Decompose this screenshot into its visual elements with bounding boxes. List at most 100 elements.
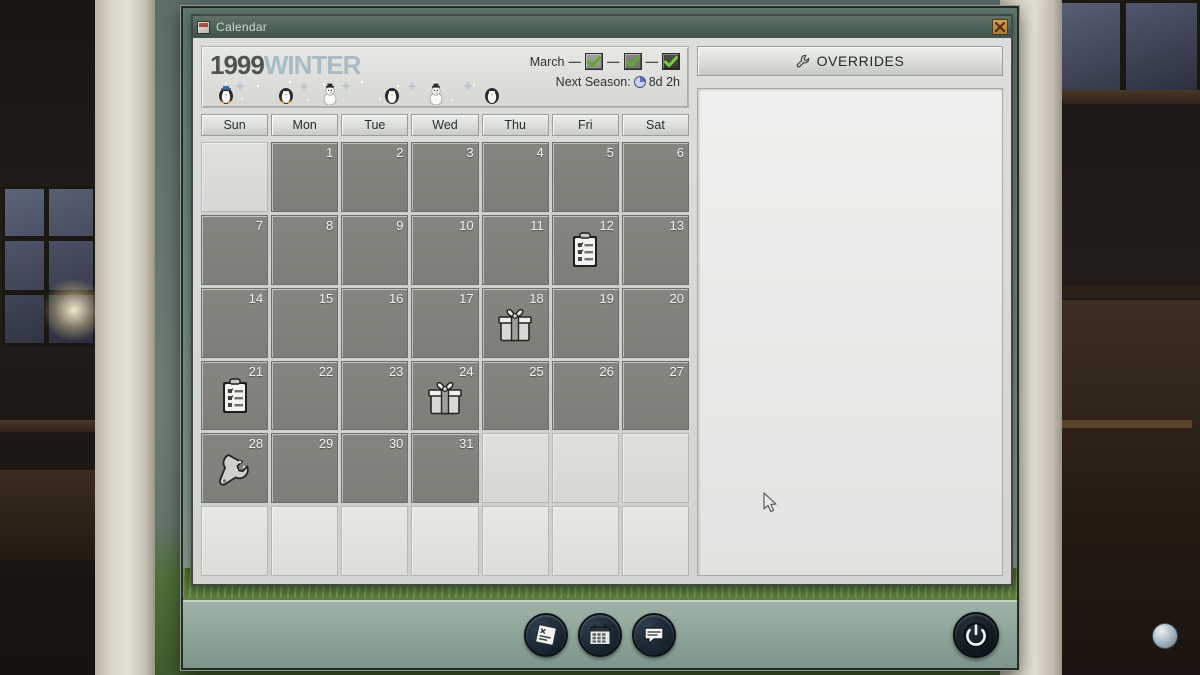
calendar-day-31[interactable]: 31 xyxy=(411,433,479,504)
window-title: Calendar xyxy=(216,20,268,34)
speech-bubble-icon xyxy=(644,627,664,645)
next-season-row: Next Season: 8d 2h xyxy=(530,75,680,89)
taskbar-research-button[interactable] xyxy=(524,613,568,657)
day-header-tue[interactable]: Tue xyxy=(341,114,409,136)
foreground-pillar-left xyxy=(95,0,155,675)
taskbar-calendar-button[interactable] xyxy=(578,613,622,657)
wrench-icon xyxy=(218,453,249,486)
day-number: 11 xyxy=(530,217,544,233)
clipboard-event-marker[interactable] xyxy=(215,377,255,417)
calendar-day-10[interactable]: 10 xyxy=(411,214,479,285)
week-1-check[interactable] xyxy=(585,53,603,70)
calendar-day-21[interactable]: 21 xyxy=(201,360,269,431)
window-body: 1999WINTER March — — — Next Season: 8d 2… xyxy=(193,38,1011,584)
taskbar-messages-button[interactable] xyxy=(632,613,676,657)
calendar-icon xyxy=(589,624,611,645)
calendar-day-5[interactable]: 5 xyxy=(551,142,619,212)
gift-event-marker[interactable] xyxy=(495,304,535,344)
calendar-day-12[interactable]: 12 xyxy=(551,214,619,285)
calendar-day-8[interactable]: 8 xyxy=(271,214,339,285)
week-3-check[interactable] xyxy=(662,53,680,70)
calendar-day-30[interactable]: 30 xyxy=(341,433,409,504)
calendar-day-26[interactable]: 26 xyxy=(551,360,619,431)
wrench-icon xyxy=(796,54,809,67)
calendar-day-16[interactable]: 16 xyxy=(341,287,409,358)
clipboard-event-marker[interactable] xyxy=(565,231,605,271)
month-progress: March — — — xyxy=(530,53,680,70)
wrench-event-marker[interactable] xyxy=(215,450,255,490)
screen-background: Calendar 1999WINTER March — — — Next Sea… xyxy=(0,0,1200,675)
calendar-day-20[interactable]: 20 xyxy=(621,287,689,358)
calendar-day-1[interactable]: 1 xyxy=(271,142,339,212)
day-number: 2 xyxy=(396,145,404,160)
calendar-day-7[interactable]: 7 xyxy=(201,214,269,285)
next-season-label: Next Season: xyxy=(555,75,631,89)
calendar-day-empty xyxy=(271,506,339,576)
day-number: 22 xyxy=(318,363,334,379)
calendar-day-15[interactable]: 15 xyxy=(271,287,339,358)
day-number: 26 xyxy=(599,363,614,379)
day-header-mon[interactable]: Mon xyxy=(271,114,339,136)
calendar-day-9[interactable]: 9 xyxy=(341,214,409,285)
calendar-day-28[interactable]: 28 xyxy=(201,433,269,504)
overrides-header[interactable]: OVERRIDES xyxy=(697,46,1003,76)
day-number: 4 xyxy=(536,145,544,160)
day-number: 19 xyxy=(599,290,614,306)
desktop-screen: Calendar 1999WINTER March — — — Next Sea… xyxy=(181,6,1019,670)
day-number: 10 xyxy=(459,217,474,233)
calendar-day-23[interactable]: 23 xyxy=(341,360,409,431)
calendar-day-4[interactable]: 4 xyxy=(481,142,549,212)
gift-event-marker[interactable] xyxy=(425,377,465,417)
calendar-day-empty xyxy=(551,506,619,576)
calendar-day-22[interactable]: 22 xyxy=(271,360,339,431)
power-button[interactable] xyxy=(953,612,999,658)
season-status: March — — — Next Season: 8d 2h xyxy=(530,53,680,89)
calendar-day-25[interactable]: 25 xyxy=(481,360,549,431)
day-header-sat[interactable]: Sat xyxy=(621,114,689,136)
calendar-day-27[interactable]: 27 xyxy=(621,360,689,431)
taskbar xyxy=(183,600,1017,668)
week-2-check[interactable] xyxy=(623,53,642,70)
day-number: 20 xyxy=(669,290,684,306)
day-number: 1 xyxy=(326,145,334,160)
day-number: 15 xyxy=(318,290,334,306)
calendar-app-icon xyxy=(197,20,210,34)
overrides-pane: OVERRIDES xyxy=(697,46,1003,576)
calendar-day-empty xyxy=(481,433,549,504)
calendar-day-29[interactable]: 29 xyxy=(271,433,339,504)
window-titlebar[interactable]: Calendar xyxy=(193,16,1011,38)
overrides-header-label: OVERRIDES xyxy=(816,53,905,69)
progress-dash: — xyxy=(568,54,582,69)
calendar-pane: 1999WINTER March — — — Next Season: 8d 2… xyxy=(201,46,689,576)
gift-icon xyxy=(498,308,532,342)
calendar-day-13[interactable]: 13 xyxy=(621,214,689,285)
calendar-day-2[interactable]: 2 xyxy=(341,142,409,212)
calendar-day-17[interactable]: 17 xyxy=(411,287,479,358)
day-header-fri[interactable]: Fri xyxy=(551,114,619,136)
day-number: 16 xyxy=(388,290,404,306)
day-number: 5 xyxy=(606,145,614,160)
clock-icon xyxy=(633,76,646,88)
season-year: 1999 xyxy=(210,50,265,80)
progress-dash-3: — xyxy=(645,54,659,69)
overrides-list[interactable] xyxy=(697,88,1003,576)
calendar-day-14[interactable]: 14 xyxy=(201,287,269,358)
clipboard-icon xyxy=(222,378,247,413)
calendar-day-11[interactable]: 11 xyxy=(481,214,549,285)
day-header-sun[interactable]: Sun xyxy=(201,114,269,136)
calendar-day-24[interactable]: 24 xyxy=(411,360,479,431)
day-header-thu[interactable]: Thu xyxy=(481,114,549,136)
calendar-day-6[interactable]: 6 xyxy=(621,142,689,212)
calendar-day-19[interactable]: 19 xyxy=(551,287,619,358)
month-label: March xyxy=(529,54,565,69)
formula-icon xyxy=(534,623,558,647)
calendar-day-empty xyxy=(621,506,689,576)
day-header-wed[interactable]: Wed xyxy=(411,114,479,136)
calendar-day-18[interactable]: 18 xyxy=(481,287,549,358)
close-icon[interactable] xyxy=(992,19,1008,35)
day-of-week-header: Sun Mon Tue Wed Thu Fri Sat xyxy=(201,114,689,136)
power-icon xyxy=(963,622,989,648)
calendar-day-empty xyxy=(481,506,549,576)
calendar-day-3[interactable]: 3 xyxy=(411,142,479,212)
day-number: 23 xyxy=(388,363,404,379)
